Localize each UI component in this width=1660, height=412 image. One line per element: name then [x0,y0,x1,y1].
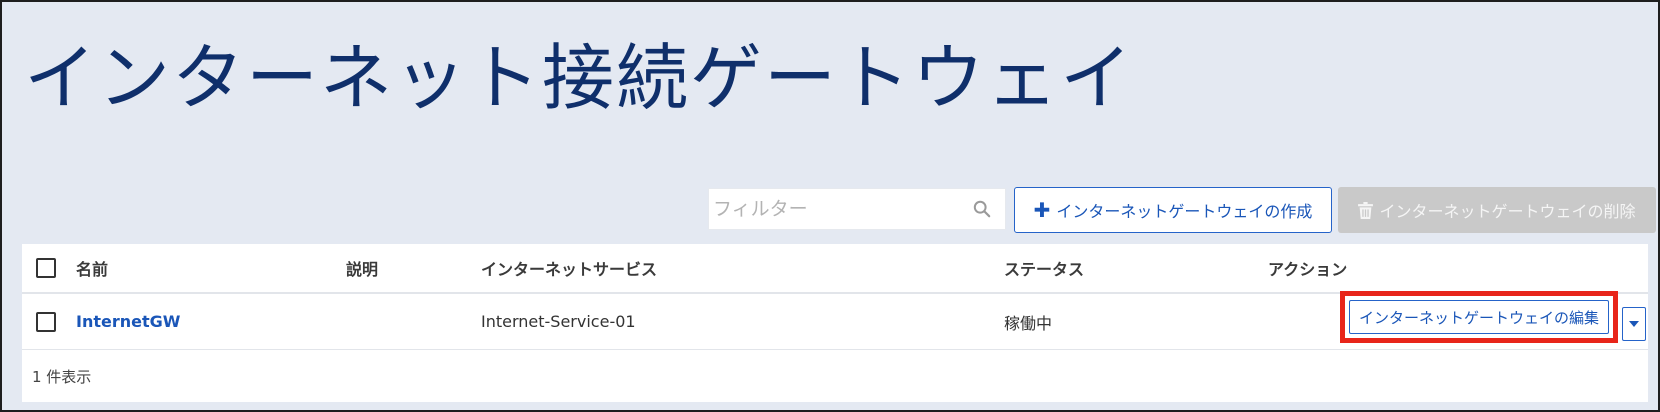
page-frame: インターネット接続ゲートウェイ ✚ インターネットゲートウェイの作成 インターネ… [0,0,1660,412]
edit-button-highlight: インターネットゲートウェイの編集 [1340,291,1618,343]
internet-service-cell: Internet-Service-01 [481,312,636,331]
filter-field[interactable] [708,188,1006,230]
plus-icon: ✚ [1033,198,1051,222]
row-select-cell[interactable] [36,294,56,349]
filter-input[interactable] [709,189,963,229]
delete-gateway-label: インターネットゲートウェイの削除 [1379,202,1636,221]
column-header-action: アクション [1268,260,1348,279]
gateway-table: 名前 説明 インターネットサービス ステータス アクション InternetGW… [22,244,1648,402]
trash-icon [1358,201,1374,219]
table-row: InternetGW Internet-Service-01 稼働中 インターネ… [22,291,1648,350]
column-header-name[interactable]: 名前 [76,244,108,292]
record-count: 1 件表示 [32,367,92,386]
column-header-internet-service[interactable]: インターネットサービス [481,244,657,292]
row-checkbox[interactable] [36,311,56,332]
table-header-row: 名前 説明 インターネットサービス ステータス アクション [22,244,1648,294]
select-all-cell[interactable] [36,244,56,292]
create-gateway-label: インターネットゲートウェイの作成 [1056,202,1313,221]
create-gateway-button[interactable]: ✚ インターネットゲートウェイの作成 [1014,187,1332,233]
chevron-down-icon [1629,321,1639,327]
page-title: インターネット接続ゲートウェイ [24,36,1135,120]
action-dropdown-button[interactable] [1622,307,1646,341]
gateway-name-link[interactable]: InternetGW [76,312,180,331]
edit-gateway-button[interactable]: インターネットゲートウェイの編集 [1349,300,1609,334]
column-header-status[interactable]: ステータス [1004,244,1084,292]
search-icon[interactable] [973,200,991,218]
gateway-name-cell: InternetGW [76,294,180,349]
status-cell: 稼働中 [1004,313,1053,333]
delete-gateway-button[interactable]: インターネットゲートウェイの削除 [1338,187,1656,233]
column-header-description[interactable]: 説明 [346,244,378,292]
select-all-checkbox[interactable] [36,258,56,278]
